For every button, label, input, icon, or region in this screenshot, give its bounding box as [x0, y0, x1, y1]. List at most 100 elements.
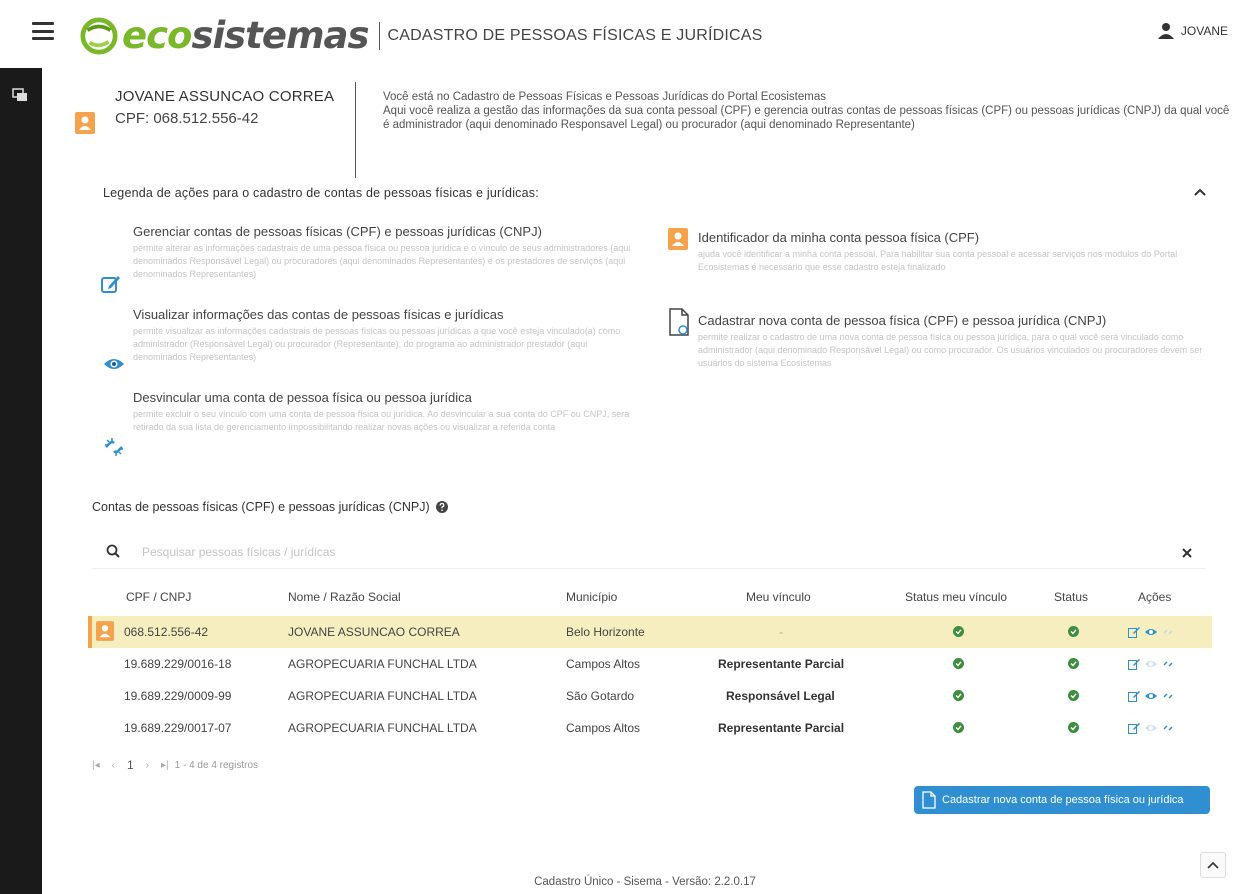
check-circle-icon: [953, 658, 964, 669]
app-title: CADASTRO DE PESSOAS FÍSICAS E JURÍDICAS: [387, 26, 763, 44]
last-page-button[interactable]: ▸|: [161, 760, 169, 771]
eye-icon: [1145, 725, 1157, 731]
table-row[interactable]: 068.512.556-42 JOVANE ASSUNCAO CORREA Be…: [88, 616, 1212, 648]
column-header-doc[interactable]: CPF / CNPJ: [126, 590, 191, 604]
prev-page-button[interactable]: ‹: [112, 760, 115, 771]
table-row[interactable]: 19.689.229/0017-07 AGROPECUARIA FUNCHAL …: [88, 712, 1212, 744]
profile-separator: [355, 82, 356, 178]
current-page[interactable]: 1: [127, 758, 134, 772]
cell-name: JOVANE ASSUNCAO CORREA: [288, 625, 460, 639]
user-name: JOVANE: [1180, 24, 1228, 38]
intro-line-1: Você está no Cadastro de Pessoas Físicas…: [383, 91, 826, 103]
cell-doc: 19.689.229/0016-18: [124, 657, 232, 671]
cell-city: Belo Horizonte: [566, 625, 645, 639]
column-header-city[interactable]: Município: [566, 590, 617, 604]
cell-city: Campos Altos: [566, 721, 641, 735]
column-header-name[interactable]: Nome / Razão Social: [288, 590, 401, 604]
eye-icon[interactable]: [1145, 690, 1157, 702]
edit-icon[interactable]: [1128, 626, 1140, 638]
new-account-button[interactable]: Cadastrar nova conta de pessoa física ou…: [914, 786, 1210, 814]
user-icon: [1157, 23, 1174, 39]
check-circle-icon: [953, 690, 964, 701]
intro-line-2: Aqui você realiza a gestão das informaçõ…: [383, 105, 1230, 131]
close-icon[interactable]: [1182, 548, 1192, 558]
row-actions: [1128, 626, 1174, 638]
eye-icon: [1145, 661, 1157, 667]
accounts-title-text: Contas de pessoas físicas (CPF) e pessoa…: [92, 500, 430, 514]
sidebar: [0, 68, 42, 894]
chevron-up-icon[interactable]: [1191, 183, 1209, 201]
badge-icon: [96, 621, 114, 641]
search-bar: [92, 535, 1206, 569]
pagination: |◂ ‹ 1 › ▸| 1 - 4 de 4 registros: [92, 758, 258, 772]
accounts-table: CPF / CNPJ Nome / Razão Social Município…: [88, 584, 1212, 744]
edit-icon[interactable]: [1128, 658, 1140, 670]
legend-item-unlink: Desvincular uma conta de pessoa física o…: [133, 390, 638, 434]
column-header-status[interactable]: Status: [1054, 590, 1088, 604]
unlink-icon[interactable]: [1162, 690, 1174, 702]
logo-text-sistemas: sistemas: [191, 14, 369, 57]
check-circle-icon: [1068, 722, 1079, 733]
table-header: CPF / CNPJ Nome / Razão Social Município…: [88, 584, 1212, 616]
column-header-link[interactable]: Meu vínculo: [746, 590, 811, 604]
legend-item-desc: permite excluir o seu vínculo com uma co…: [133, 409, 630, 432]
eye-icon: [104, 359, 124, 369]
logo-divider: [378, 21, 380, 50]
column-header-actions: Ações: [1138, 590, 1172, 604]
legend-item-identifier: Identificador da minha conta pessoa físi…: [698, 230, 1198, 274]
accounts-title: Contas de pessoas físicas (CPF) e pessoa…: [92, 500, 448, 514]
app-header: eco sistemas CADASTRO DE PESSOAS FÍSICAS…: [0, 0, 1248, 68]
unlink-icon: [1163, 629, 1173, 635]
edit-icon: [101, 276, 120, 293]
unlink-icon[interactable]: [1162, 722, 1174, 734]
pagination-summary: 1 - 4 de 4 registros: [174, 759, 258, 771]
logo-text-eco: eco: [122, 14, 192, 57]
intro-text: Você está no Cadastro de Pessoas Físicas…: [383, 90, 1238, 132]
new-account-button-label: Cadastrar nova conta de pessoa física ou…: [942, 794, 1184, 806]
search-input[interactable]: [142, 540, 1042, 564]
unlink-icon[interactable]: [1162, 658, 1174, 670]
cell-doc: 19.689.229/0017-07: [124, 721, 232, 735]
profile-name: JOVANE ASSUNCAO CORREA: [115, 88, 335, 105]
cell-link: Responsável Legal: [726, 689, 835, 703]
table-row[interactable]: 19.689.229/0016-18 AGROPECUARIA FUNCHAL …: [88, 648, 1212, 680]
scroll-top-button[interactable]: [1200, 852, 1226, 878]
window-icon[interactable]: [12, 88, 28, 102]
badge-icon: [75, 112, 95, 134]
legend-item-desc: permite alterar as informações cadastrai…: [133, 243, 631, 279]
edit-icon[interactable]: [1128, 690, 1140, 702]
document-icon: [669, 308, 689, 336]
legend-item-desc: ajuda você identificar a minha conta pes…: [698, 249, 1178, 272]
chevron-up-icon: [1207, 861, 1219, 869]
legend-item-manage: Gerenciar contas de pessoas físicas (CPF…: [133, 224, 638, 281]
legend-item-desc: permite realizar o cadastro de uma nova …: [698, 332, 1203, 368]
legend-item-desc: permite visualizar as informações cadast…: [133, 326, 621, 362]
legend-item-title: Visualizar informações das contas de pes…: [133, 307, 504, 322]
cell-name: AGROPECUARIA FUNCHAL LTDA: [288, 657, 477, 671]
legend-item-title: Identificador da minha conta pessoa físi…: [698, 230, 980, 245]
cell-doc: 068.512.556-42: [124, 625, 209, 639]
check-circle-icon: [1068, 626, 1079, 637]
row-actions: [1128, 690, 1174, 702]
cell-link: -: [779, 625, 783, 639]
first-page-button[interactable]: |◂: [92, 760, 100, 771]
app-logo[interactable]: eco sistemas CADASTRO DE PESSOAS FÍSICAS…: [80, 14, 763, 57]
next-page-button[interactable]: ›: [146, 760, 149, 771]
cell-link: Representante Parcial: [718, 721, 845, 735]
unlink-icon: [105, 438, 123, 456]
row-actions: [1128, 658, 1174, 670]
legend-item-title: Cadastrar nova conta de pessoa física (C…: [698, 313, 1107, 328]
badge-icon: [668, 228, 688, 250]
legend-item-view: Visualizar informações das contas de pes…: [133, 307, 638, 364]
cell-doc: 19.689.229/0009-99: [124, 689, 232, 703]
legend-title: Legenda de ações para o cadastro de cont…: [103, 186, 539, 200]
column-header-link-status[interactable]: Status meu vínculo: [905, 590, 1007, 604]
table-row[interactable]: 19.689.229/0009-99 AGROPECUARIA FUNCHAL …: [88, 680, 1212, 712]
row-actions: [1128, 722, 1174, 734]
user-menu[interactable]: JOVANE: [1157, 22, 1228, 40]
eye-icon[interactable]: [1145, 626, 1157, 638]
legend-item-title: Gerenciar contas de pessoas físicas (CPF…: [133, 224, 542, 239]
edit-icon[interactable]: [1128, 722, 1140, 734]
menu-icon[interactable]: [32, 22, 54, 40]
question-icon[interactable]: [435, 501, 448, 513]
